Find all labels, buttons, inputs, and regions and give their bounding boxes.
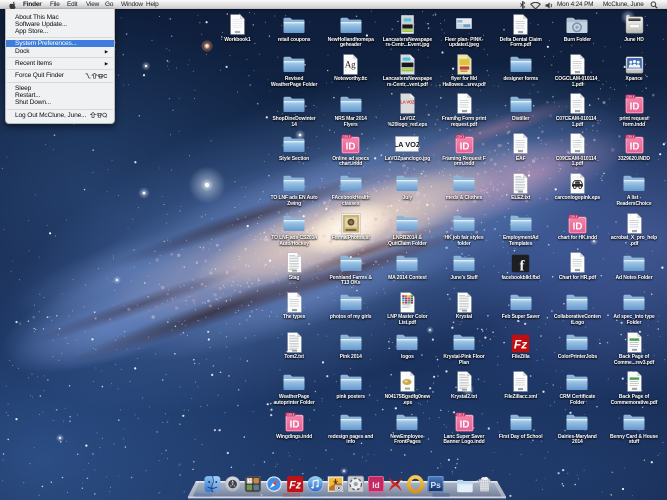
svg-text:Id: Id xyxy=(372,480,380,490)
svg-text:Ps: Ps xyxy=(430,480,441,490)
svg-text:Fz: Fz xyxy=(289,479,302,491)
